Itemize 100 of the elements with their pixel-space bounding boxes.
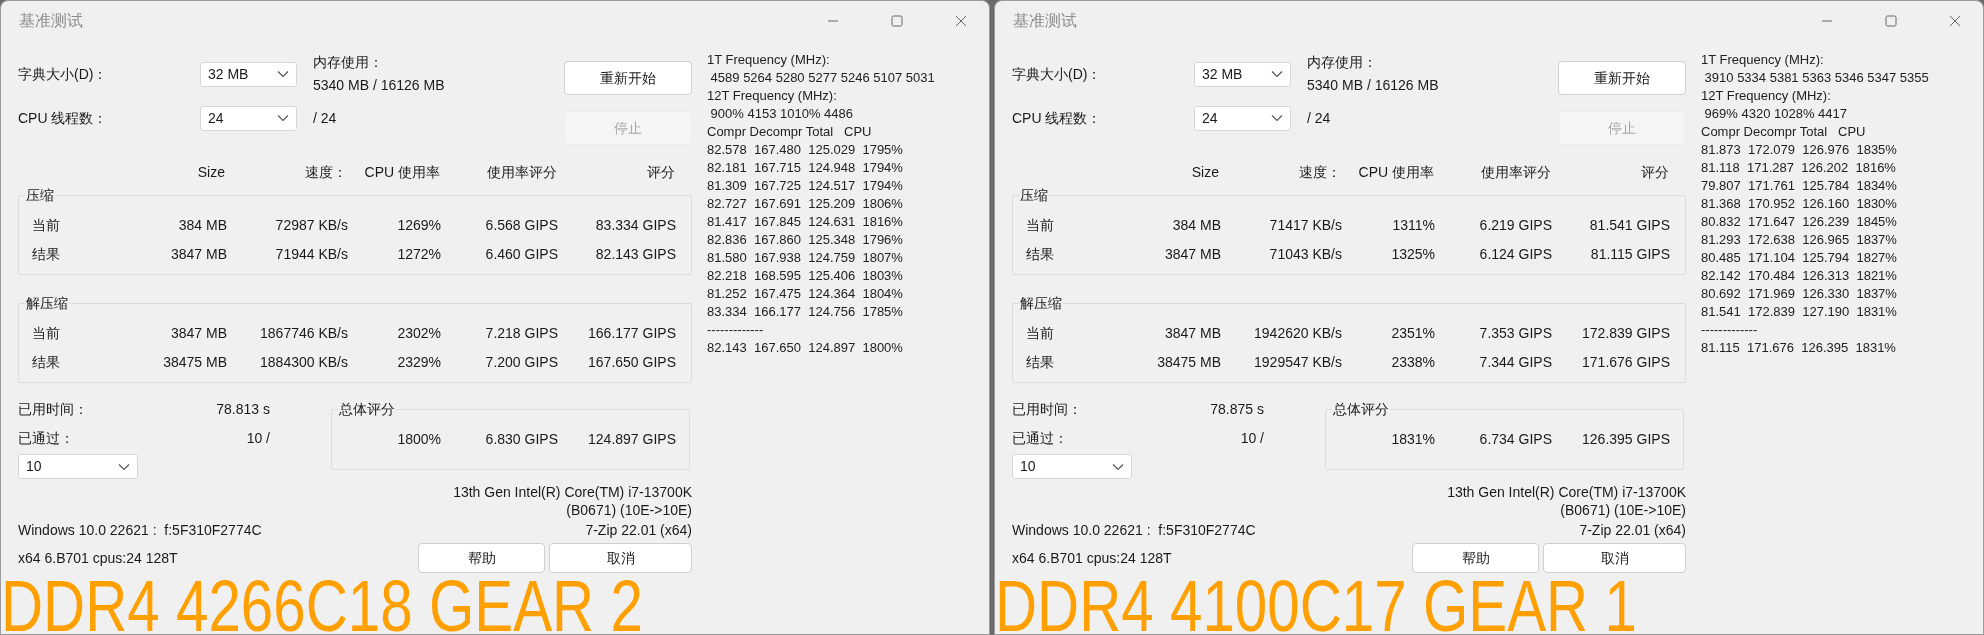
table-cell-text: 1269% bbox=[396, 216, 441, 235]
table-cell-text: 2338% bbox=[1390, 353, 1435, 372]
log-line: 1T Frequency (MHz): bbox=[707, 51, 831, 69]
version-info: 7-Zip 22.01 (x64) bbox=[1579, 521, 1686, 539]
log-line: 900% 4153 1010% 4486 bbox=[709, 105, 854, 123]
maximize-icon[interactable] bbox=[891, 15, 903, 27]
table-cell-text: 6.568 GIPS bbox=[484, 216, 558, 235]
button[interactable]: 帮助 bbox=[1412, 543, 1539, 573]
overlay-caption: DDR4 4266C18 GEAR 2 bbox=[1, 579, 643, 633]
row-label: 当前 bbox=[31, 216, 61, 235]
button[interactable]: 帮助 bbox=[418, 543, 545, 573]
log-line: 12T Frequency (MHz): bbox=[1701, 87, 1832, 105]
table-cell-text: 7.344 GIPS bbox=[1478, 353, 1552, 372]
button[interactable]: 取消 bbox=[549, 543, 692, 573]
field-label: CPU 线程数： bbox=[1012, 108, 1103, 128]
field-label: 已用时间： bbox=[1012, 399, 1082, 419]
thread-total: / 24 bbox=[1307, 108, 1331, 128]
column-header: Size bbox=[1190, 163, 1219, 182]
field-label: 字典大小(D)： bbox=[18, 64, 109, 84]
passes-value: 10 / bbox=[1240, 428, 1264, 448]
column-header: Size bbox=[196, 163, 225, 182]
dropdown[interactable]: 24 bbox=[1194, 105, 1291, 131]
log-line: Compr Decompr Total CPU bbox=[1701, 123, 1867, 141]
table-cell-text: 3847 MB bbox=[1163, 245, 1221, 264]
cpu-info: 13th Gen Intel(R) Core(TM) i7-13700K bbox=[453, 483, 692, 501]
log-line: 80.832 171.647 126.239 1845% bbox=[1701, 213, 1898, 231]
close-icon[interactable] bbox=[955, 15, 967, 27]
dropdown[interactable]: 32 MB bbox=[200, 61, 297, 87]
table-cell-text: 72987 KB/s bbox=[274, 216, 348, 235]
log-line: 82.836 167.860 125.348 1796% bbox=[707, 231, 904, 249]
log-line: 81.873 172.079 126.976 1835% bbox=[1701, 141, 1898, 159]
chevron-down-icon bbox=[1271, 114, 1283, 122]
window-title: 基准测试 bbox=[19, 11, 83, 31]
dropdown[interactable]: 10 bbox=[18, 454, 138, 479]
group-title: 解压缩 bbox=[25, 293, 69, 313]
button[interactable]: 重新开始 bbox=[564, 61, 692, 95]
table-cell-text: 7.353 GIPS bbox=[1478, 324, 1552, 343]
table-cell-text: 7.218 GIPS bbox=[484, 324, 558, 343]
log-line: 79.807 171.761 125.784 1834% bbox=[1701, 177, 1898, 195]
total-value: 6.734 GIPS bbox=[1478, 430, 1552, 449]
log-line: 81.293 172.638 126.965 1837% bbox=[1701, 231, 1898, 249]
log-line: 81.118 171.287 126.202 1816% bbox=[1701, 159, 1897, 177]
total-value: 1800% bbox=[396, 430, 441, 449]
table-cell-text: 2302% bbox=[396, 324, 441, 343]
table-cell-text: 1311% bbox=[1391, 216, 1435, 235]
table-cell-text: 166.177 GIPS bbox=[587, 324, 676, 343]
table-cell-text: 38475 MB bbox=[162, 353, 227, 372]
row-label: 当前 bbox=[31, 324, 61, 343]
column-header: CPU 使用率 bbox=[1357, 163, 1434, 182]
log-line: ------------- bbox=[707, 321, 765, 339]
chevron-down-icon bbox=[277, 70, 289, 78]
table-cell-text: 6.460 GIPS bbox=[484, 245, 558, 264]
group-title: 解压缩 bbox=[1019, 293, 1063, 313]
table-cell-text: 1325% bbox=[1390, 245, 1435, 264]
os-info: Windows 10.0 22621 : f:5F310F2774C bbox=[18, 521, 262, 539]
button[interactable]: 取消 bbox=[1543, 543, 1686, 573]
table-cell-text: 167.650 GIPS bbox=[587, 353, 676, 372]
log-line: 83.334 166.177 124.756 1785% bbox=[707, 303, 904, 321]
cpu-info: (B0671) (10E->10E) bbox=[566, 501, 692, 519]
log-line: 82.218 168.595 125.406 1803% bbox=[707, 267, 904, 285]
log-line: 82.727 167.691 125.209 1806% bbox=[707, 195, 904, 213]
total-value: 1831% bbox=[1390, 430, 1435, 449]
column-header: 速度： bbox=[1298, 163, 1341, 182]
table-cell-text: 2351% bbox=[1390, 324, 1435, 343]
field-label: 已通过： bbox=[18, 428, 74, 448]
chevron-down-icon bbox=[277, 114, 289, 122]
thread-total: / 24 bbox=[313, 108, 337, 128]
version-info: 7-Zip 22.01 (x64) bbox=[585, 521, 692, 539]
table-cell-text: 171.676 GIPS bbox=[1581, 353, 1670, 372]
dropdown[interactable]: 24 bbox=[200, 105, 297, 131]
dropdown[interactable]: 10 bbox=[1012, 454, 1132, 479]
total-value: 126.395 GIPS bbox=[1581, 430, 1670, 449]
log-line: Compr Decompr Total CPU bbox=[707, 123, 873, 141]
log-line: 3910 5334 5381 5363 5346 5347 5355 bbox=[1703, 69, 1929, 87]
cpu-info: (B0671) (10E->10E) bbox=[1560, 501, 1686, 519]
log-line: 4589 5264 5280 5277 5246 5107 5031 bbox=[709, 69, 935, 87]
memory-value: 5340 MB / 16126 MB bbox=[1307, 76, 1439, 95]
table-cell-text: 38475 MB bbox=[1156, 353, 1221, 372]
table-cell-text: 384 MB bbox=[177, 216, 227, 235]
table-cell-text: 3847 MB bbox=[1163, 324, 1221, 343]
log-line: 81.115 171.676 126.395 1831% bbox=[1701, 339, 1897, 357]
table-cell-text: 1884300 KB/s bbox=[259, 353, 348, 372]
table-cell-text: 172.839 GIPS bbox=[1581, 324, 1670, 343]
column-header: 评分 bbox=[646, 163, 675, 182]
log-line: 81.252 167.475 124.364 1804% bbox=[707, 285, 904, 303]
total-value: 6.830 GIPS bbox=[484, 430, 558, 449]
table-cell-text: 7.200 GIPS bbox=[484, 353, 558, 372]
elapsed-value: 78.875 s bbox=[1210, 399, 1264, 419]
cpu-info: 13th Gen Intel(R) Core(TM) i7-13700K bbox=[1447, 483, 1686, 501]
table-cell-text: 71944 KB/s bbox=[274, 245, 348, 264]
column-header: 使用率评分 bbox=[486, 163, 557, 182]
close-icon[interactable] bbox=[1949, 15, 1961, 27]
log-line: 82.578 167.480 125.029 1795% bbox=[707, 141, 904, 159]
log-line: ------------- bbox=[1701, 321, 1759, 339]
table-cell-text: 1272% bbox=[396, 245, 441, 264]
cpu-id: x64 6.B701 cpus:24 128T bbox=[1012, 548, 1172, 568]
button[interactable]: 重新开始 bbox=[1558, 61, 1686, 95]
dropdown[interactable]: 32 MB bbox=[1194, 61, 1291, 87]
group-title: 压缩 bbox=[25, 185, 55, 205]
maximize-icon[interactable] bbox=[1885, 15, 1897, 27]
